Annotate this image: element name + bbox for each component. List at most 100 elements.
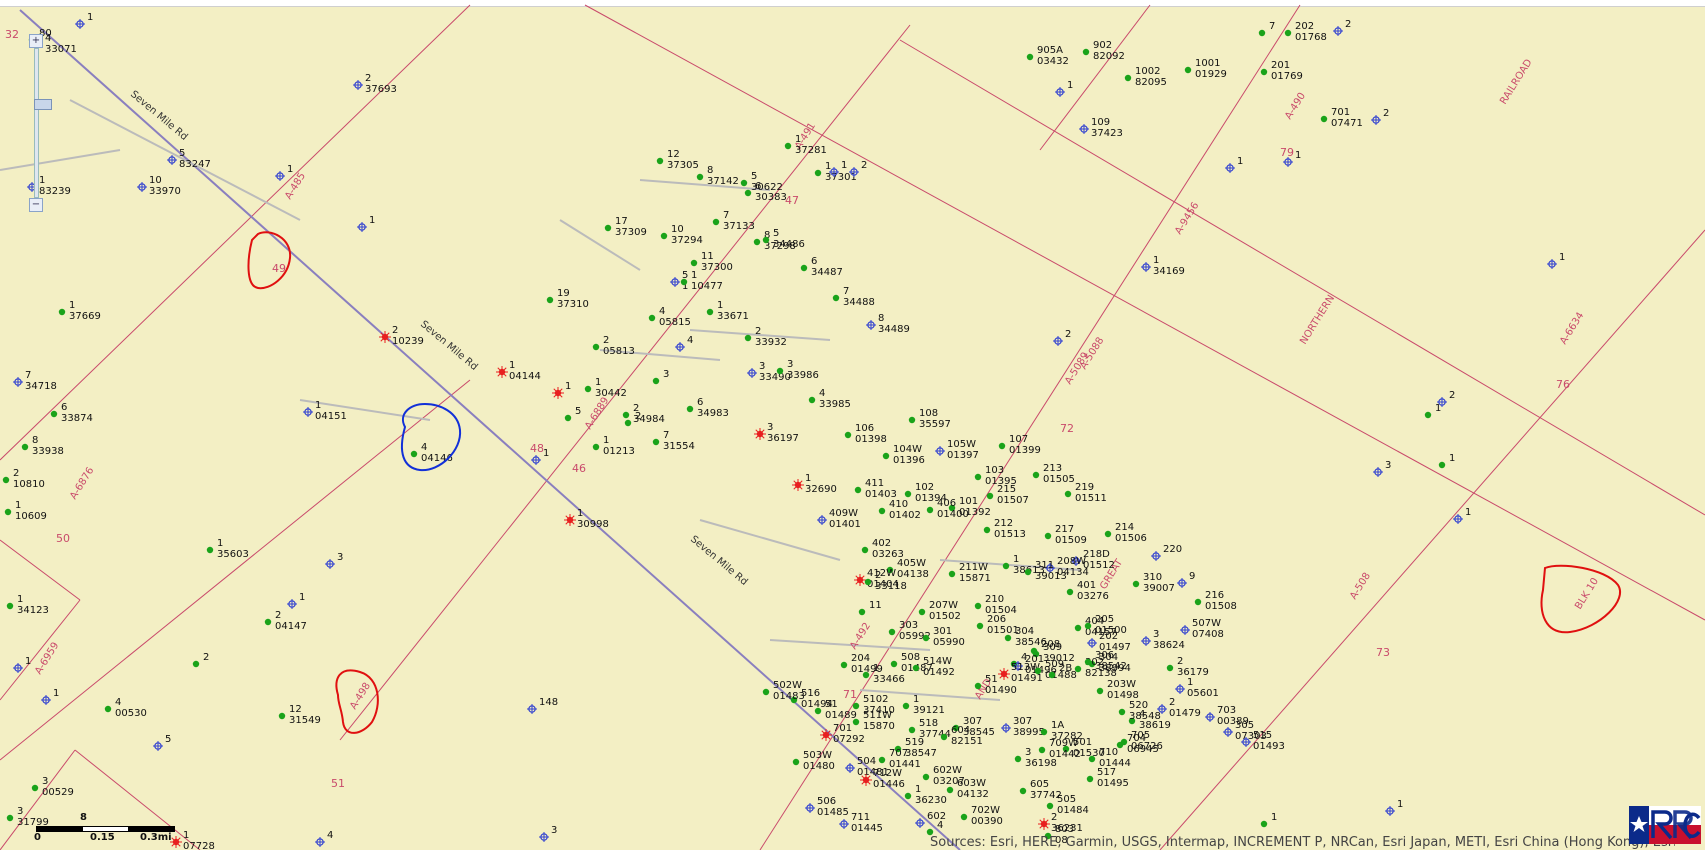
well-number: 902	[1093, 40, 1112, 51]
well-marker: 31039007	[1132, 572, 1175, 594]
survey-label: A-485	[283, 171, 308, 202]
well-plugged-icon	[1175, 684, 1185, 694]
well-producing-icon	[1004, 634, 1012, 642]
well-number: 602W	[933, 765, 962, 776]
well-producing-icon	[584, 385, 592, 393]
well-producing-icon	[960, 813, 968, 821]
well-plugged-icon	[275, 171, 285, 181]
well-marker: 135603	[206, 538, 249, 560]
well-marker: 734488	[832, 286, 875, 308]
map-canvas[interactable]: Seven Mile Rd Seven Mile Rd Seven Mile Rd …	[0, 0, 1705, 850]
zoom-slider-knob[interactable]	[34, 99, 52, 110]
well-producing-icon	[800, 264, 808, 272]
well-injection-icon	[998, 668, 1010, 680]
well-api: 01492	[923, 667, 955, 678]
well-marker: 21501507	[986, 484, 1029, 506]
zoom-in-button[interactable]: +	[29, 34, 43, 48]
well-number: 1	[25, 656, 31, 667]
well-api: 37693	[365, 84, 397, 95]
well-producing-icon	[1438, 461, 1446, 469]
well-number: 1	[1067, 80, 1073, 91]
well-producing-icon	[1424, 411, 1432, 419]
well-api: 37142	[707, 176, 739, 187]
well-producing-icon	[1048, 671, 1056, 679]
well-api: 01929	[1195, 69, 1227, 80]
well-number: 507W	[1192, 618, 1221, 629]
well-api: 01513	[994, 529, 1026, 540]
well-injection-icon	[496, 366, 508, 378]
well-producing-icon	[624, 419, 632, 427]
well-number: 219	[1075, 482, 1094, 493]
well-number: 1	[691, 270, 697, 281]
zoom-control[interactable]: + −	[29, 34, 52, 212]
road-label: Seven Mile Rd	[688, 534, 749, 588]
well-number: 10	[671, 224, 684, 235]
well-number: 1	[1153, 255, 1159, 266]
well-api: 01484	[1057, 805, 1089, 816]
section-label: 71	[843, 688, 857, 701]
well-api: 37301	[825, 172, 857, 183]
section-label: 51	[331, 777, 345, 790]
well-number: 2	[365, 73, 371, 84]
well-number: 905A	[1037, 45, 1063, 56]
well-marker: 1	[1385, 799, 1403, 816]
well-api: 35603	[217, 549, 249, 560]
well-number: 1	[717, 300, 723, 311]
well-marker: 5	[153, 734, 171, 751]
well-producing-icon	[1096, 687, 1104, 695]
well-producing-icon	[1074, 665, 1082, 673]
well-marker: 1	[357, 215, 375, 232]
well-producing-icon	[1046, 802, 1054, 810]
well-plugged-icon	[1055, 87, 1065, 97]
well-producing-icon	[1104, 530, 1112, 538]
zoom-out-button[interactable]: −	[29, 198, 43, 212]
well-api: 01489	[825, 710, 857, 721]
well-number: 1	[1465, 507, 1471, 518]
scale-bar: 0 0.15 0.3mi 8	[28, 812, 178, 848]
well-marker: 1	[287, 592, 305, 609]
well-number: 4	[819, 388, 825, 399]
well-number: 2	[392, 325, 398, 336]
well-marker: 70107471	[1320, 107, 1363, 129]
well-producing-icon	[264, 618, 272, 626]
well-number: 2	[1169, 697, 1175, 708]
well-marker: 104W01396	[882, 444, 925, 466]
well-marker: 211W15871	[948, 562, 991, 584]
well-marker: 100101929	[1184, 58, 1227, 80]
well-plugged-icon	[866, 320, 876, 330]
well-api: 01495	[1097, 778, 1129, 789]
well-plugged-icon	[13, 663, 23, 673]
well-plugged-icon	[303, 407, 313, 417]
well-producing-icon	[1014, 755, 1022, 763]
well-marker: 634487	[800, 256, 843, 278]
well-number: 203W	[1107, 679, 1136, 690]
well-number: 710	[1099, 747, 1118, 758]
well-plugged-icon	[75, 19, 85, 29]
well-number: 504	[857, 756, 876, 767]
well-marker: 1	[552, 381, 571, 399]
well-api: 01402	[889, 510, 921, 521]
well-number: 2	[13, 468, 19, 479]
well-number: 204	[851, 653, 870, 664]
well-number: 303	[899, 620, 918, 631]
well-api: 37423	[1091, 128, 1123, 139]
well-api: 01399	[1009, 445, 1041, 456]
well-number: 220	[1163, 544, 1182, 555]
well-producing-icon	[592, 443, 600, 451]
well-producing-icon	[922, 773, 930, 781]
well-producing-icon	[652, 377, 660, 385]
well-api: 33938	[32, 446, 64, 457]
well-producing-icon	[1019, 787, 1027, 795]
well-api: 35597	[919, 419, 951, 430]
well-number: 1	[217, 538, 223, 549]
well-api: 01502	[929, 611, 961, 622]
zoom-slider-track[interactable]	[34, 48, 52, 198]
well-marker: 905A03432	[1026, 45, 1069, 67]
well-number: 105W	[947, 439, 976, 450]
section-label: 76	[1556, 378, 1570, 391]
well-api: 15870	[863, 721, 895, 732]
well-number: 7	[25, 370, 31, 381]
well-api: 34487	[811, 267, 843, 278]
well-marker: 41101403	[854, 478, 897, 500]
well-api: 04144	[509, 371, 541, 382]
